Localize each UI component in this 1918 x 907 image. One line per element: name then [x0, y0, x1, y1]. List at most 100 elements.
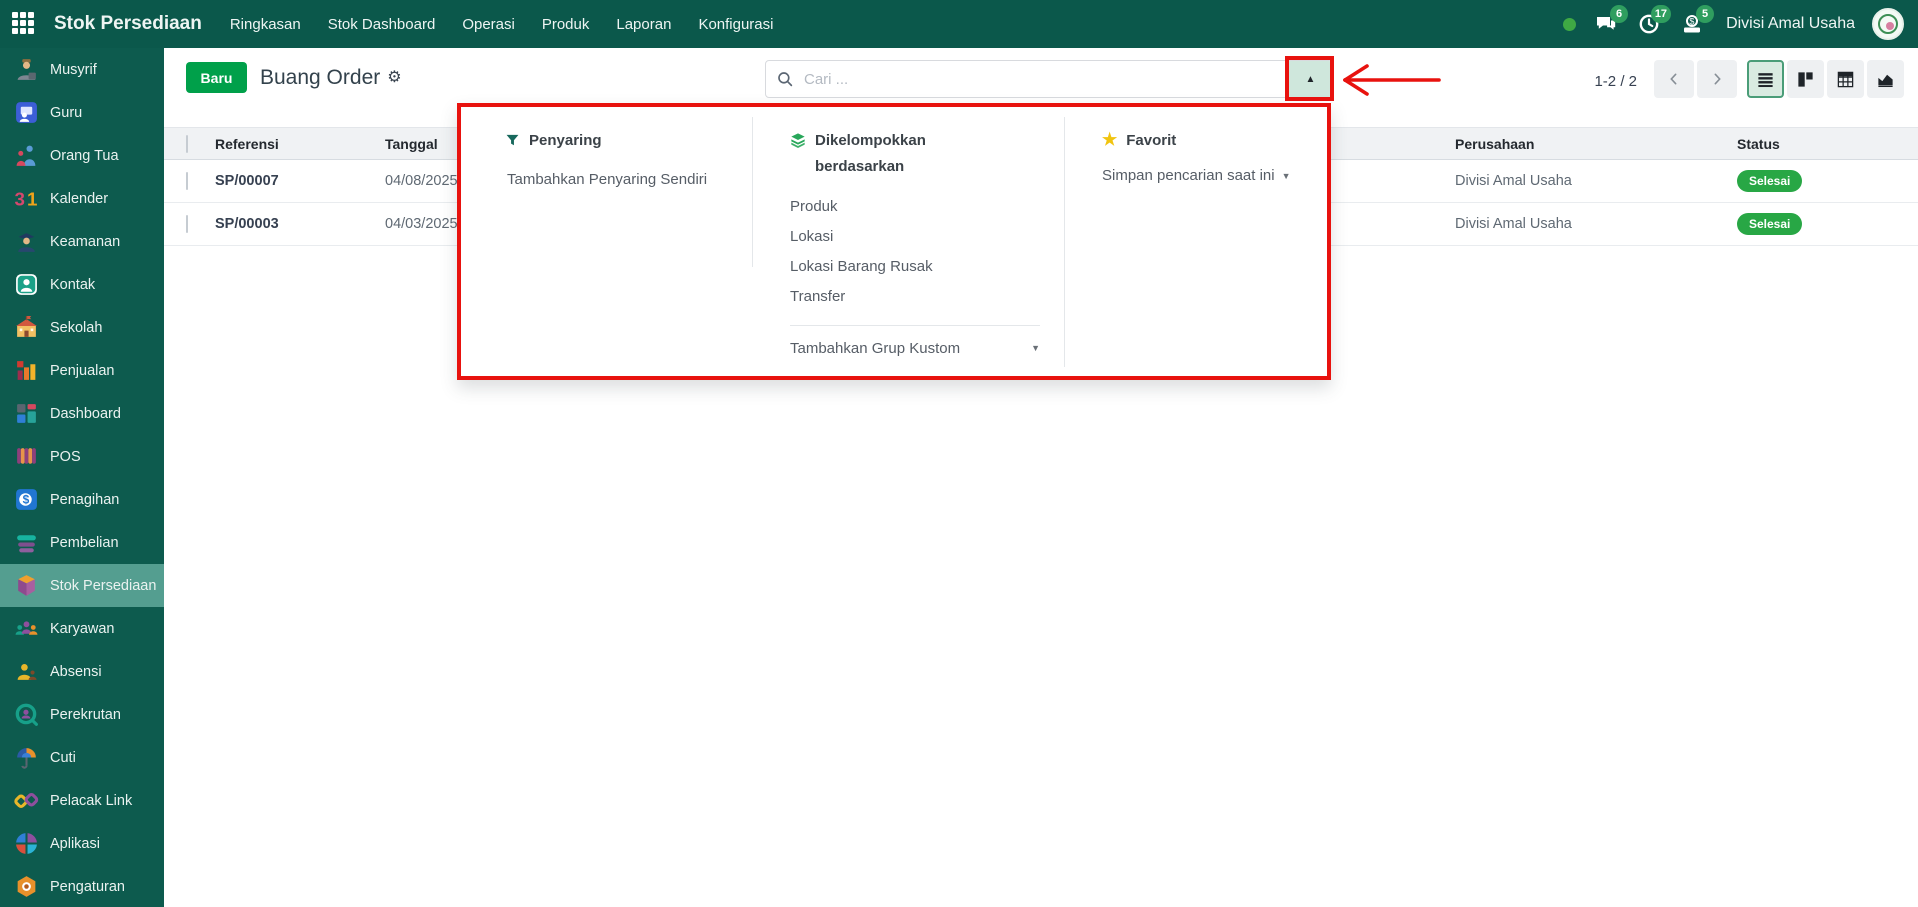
sidebar-item-orang-tua[interactable]: Orang Tua	[0, 134, 164, 177]
group-by-options: Produk Lokasi Lokasi Barang Rusak Transf…	[790, 192, 1054, 312]
search-dropdown-toggle[interactable]: ▲	[1288, 61, 1332, 97]
breadcrumb: Baru Buang Order ⚙	[186, 62, 402, 93]
sidebar-item-pos[interactable]: POS	[0, 435, 164, 478]
sidebar-item-keamanan[interactable]: Keamanan	[0, 220, 164, 263]
app-title: Stok Persediaan	[54, 13, 202, 35]
sidebar-item-label: Stok Persediaan	[50, 578, 156, 594]
pager-next-button[interactable]	[1697, 60, 1737, 98]
messages-icon[interactable]: 6	[1593, 11, 1619, 37]
pivot-view-icon	[1836, 70, 1855, 89]
kanban-view-button[interactable]	[1787, 60, 1824, 98]
sidebar-item-pengaturan[interactable]: Pengaturan	[0, 865, 164, 907]
column-header-perusahaan[interactable]: Perusahaan	[1455, 136, 1534, 152]
sidebar-item-sekolah[interactable]: Sekolah	[0, 306, 164, 349]
cuti-icon	[13, 745, 39, 771]
sidebar-item-absensi[interactable]: Absensi	[0, 650, 164, 693]
pelacak-link-icon	[13, 788, 39, 814]
pivot-view-button[interactable]	[1827, 60, 1864, 98]
menu-item-laporan[interactable]: Laporan	[616, 16, 671, 33]
add-custom-filter-item[interactable]: Tambahkan Penyaring Sendiri	[507, 171, 742, 188]
chevron-right-icon	[1709, 71, 1725, 87]
status-badge: Selesai	[1737, 170, 1802, 192]
top-navbar: Stok Persediaan Ringkasan Stok Dashboard…	[0, 0, 1918, 48]
sidebar-item-karyawan[interactable]: Karyawan	[0, 607, 164, 650]
sidebar-item-stok-persediaan[interactable]: Stok Persediaan	[0, 564, 164, 607]
filter-icon	[505, 128, 520, 157]
search-bar: ▲	[765, 60, 1333, 98]
sidebar-item-label: Pelacak Link	[50, 793, 132, 809]
sidebar-item-musyrif[interactable]: Musyrif	[0, 48, 164, 91]
search-input[interactable]	[804, 61, 1288, 97]
group-by-transfer[interactable]: Transfer	[790, 282, 1054, 312]
company-switcher[interactable]: Divisi Amal Usaha	[1726, 15, 1855, 33]
sidebar-item-label: Pengaturan	[50, 879, 125, 895]
layers-icon	[790, 128, 806, 181]
sidebar-item-cuti[interactable]: Cuti	[0, 736, 164, 779]
graph-view-icon	[1876, 70, 1895, 89]
svg-text:1: 1	[27, 188, 37, 209]
column-header-tanggal[interactable]: Tanggal	[385, 136, 438, 152]
approvals-money-icon[interactable]: $ 5	[1679, 11, 1705, 37]
sidebar-item-label: Karyawan	[50, 621, 114, 637]
sidebar-item-label: Sekolah	[50, 320, 102, 336]
sidebar-item-label: Musyrif	[50, 62, 97, 78]
sidebar-item-guru[interactable]: Guru	[0, 91, 164, 134]
sidebar-item-kontak[interactable]: Kontak	[0, 263, 164, 306]
kanban-view-icon	[1796, 70, 1815, 89]
star-icon: ★	[1102, 128, 1117, 154]
sidebar-item-aplikasi[interactable]: Aplikasi	[0, 822, 164, 865]
group-by-produk[interactable]: Produk	[790, 192, 1054, 222]
apps-grid-icon[interactable]	[12, 12, 36, 36]
dropdown-toggle-caret-icon: ▲	[1306, 74, 1316, 85]
filters-title: Penyaring	[529, 128, 602, 157]
sidebar-item-label: Dashboard	[50, 406, 121, 422]
menu-item-konfigurasi[interactable]: Konfigurasi	[698, 16, 773, 33]
sidebar-item-perekrutan[interactable]: Perekrutan	[0, 693, 164, 736]
menu-item-ringkasan[interactable]: Ringkasan	[230, 16, 301, 33]
chevron-left-icon	[1666, 71, 1682, 87]
dashboard-icon	[13, 401, 39, 427]
sidebar-item-penjualan[interactable]: Penjualan	[0, 349, 164, 392]
sidebar-item-kalender[interactable]: 31 Kalender	[0, 177, 164, 220]
sidebar-item-pembelian[interactable]: Pembelian	[0, 521, 164, 564]
menu-item-operasi[interactable]: Operasi	[462, 16, 515, 33]
menu-item-stok-dashboard[interactable]: Stok Dashboard	[328, 16, 436, 33]
user-avatar[interactable]	[1872, 8, 1904, 40]
pos-icon	[13, 444, 39, 470]
row-checkbox[interactable]	[186, 172, 188, 190]
column-header-status[interactable]: Status	[1737, 136, 1780, 152]
gear-icon[interactable]: ⚙	[387, 70, 401, 86]
select-all-checkbox[interactable]	[186, 135, 188, 153]
sidebar-item-penagihan[interactable]: $ Penagihan	[0, 478, 164, 521]
group-by-lokasi-barang-rusak[interactable]: Lokasi Barang Rusak	[790, 252, 1054, 282]
svg-text:$: $	[1689, 16, 1694, 26]
svg-text:$: $	[22, 493, 29, 507]
row-checkbox[interactable]	[186, 215, 188, 233]
list-view-button[interactable]	[1747, 60, 1784, 98]
sidebar-item-label: Aplikasi	[50, 836, 100, 852]
sidebar-item-label: Perekrutan	[50, 707, 121, 723]
sidebar-item-dashboard[interactable]: Dashboard	[0, 392, 164, 435]
group-by-lokasi[interactable]: Lokasi	[790, 222, 1054, 252]
main-menu: Ringkasan Stok Dashboard Operasi Produk …	[230, 16, 774, 33]
svg-text:3: 3	[14, 188, 24, 209]
kontak-icon	[13, 272, 39, 298]
menu-item-produk[interactable]: Produk	[542, 16, 590, 33]
add-custom-group-item[interactable]: Tambahkan Grup Kustom ▼	[790, 340, 1040, 357]
app-sidebar: Musyrif Guru Orang Tua 31 Kalender Keama…	[0, 48, 164, 907]
save-current-search-label: Simpan pencarian saat ini	[1102, 167, 1275, 184]
view-switcher	[1747, 60, 1904, 98]
save-current-search-item[interactable]: Simpan pencarian saat ini ▼	[1102, 167, 1317, 184]
pengaturan-icon	[13, 874, 39, 900]
penagihan-icon: $	[13, 487, 39, 513]
favorites-section: ★ Favorit Simpan pencarian saat ini ▼	[1064, 107, 1327, 376]
search-icon	[766, 61, 804, 97]
pager-previous-button[interactable]	[1654, 60, 1694, 98]
graph-view-button[interactable]	[1867, 60, 1904, 98]
sidebar-item-label: Pembelian	[50, 535, 119, 551]
activities-clock-icon[interactable]: 17	[1636, 11, 1662, 37]
sidebar-item-pelacak-link[interactable]: Pelacak Link	[0, 779, 164, 822]
kalender-icon: 31	[13, 186, 39, 212]
new-record-button[interactable]: Baru	[186, 62, 247, 93]
column-header-referensi[interactable]: Referensi	[215, 136, 279, 152]
